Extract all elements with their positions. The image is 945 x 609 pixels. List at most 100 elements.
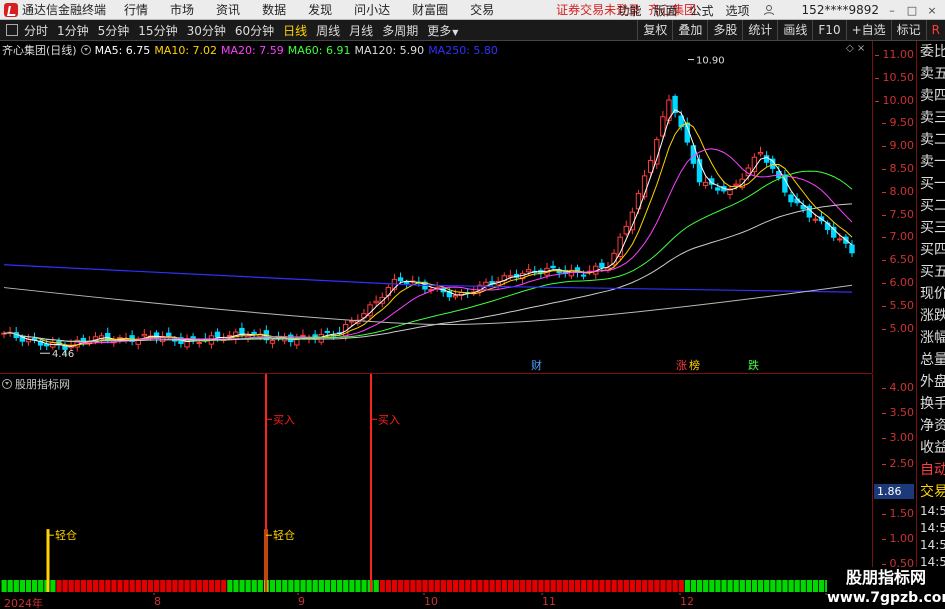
tool-draw[interactable]: 画线 bbox=[777, 20, 812, 41]
tool-multi-stock[interactable]: 多股 bbox=[707, 20, 742, 41]
side-panel-item[interactable]: 卖一 bbox=[917, 151, 945, 173]
corner-r-button[interactable]: R bbox=[925, 20, 945, 41]
side-panel-item[interactable]: 买一 bbox=[917, 173, 945, 195]
menu-function[interactable]: 功能 bbox=[617, 2, 641, 19]
ma-line-0 bbox=[3, 109, 853, 348]
minimize-icon[interactable]: – bbox=[885, 3, 899, 17]
tool-overlay[interactable]: 叠加 bbox=[672, 20, 707, 41]
side-panel-item[interactable]: 外盘 bbox=[917, 371, 945, 393]
menu-formula[interactable]: 公式 bbox=[690, 2, 714, 19]
signal-strip-bar bbox=[373, 580, 379, 592]
layout-grid-icon[interactable] bbox=[6, 24, 18, 36]
close-icon[interactable]: × bbox=[925, 3, 939, 17]
signal-strip-bar bbox=[68, 580, 74, 592]
menu-data[interactable]: 数据 bbox=[262, 1, 286, 18]
period-15min[interactable]: 15分钟 bbox=[138, 22, 177, 39]
side-panel-item[interactable]: 卖三 bbox=[917, 107, 945, 129]
tool-statistics[interactable]: 统计 bbox=[742, 20, 777, 41]
signal-strip-bar bbox=[111, 580, 117, 592]
signal-strip-bar bbox=[568, 580, 575, 592]
period-timeline[interactable]: 分时 bbox=[24, 22, 48, 39]
price-chart[interactable]: 10.90 4.46 财 涨榜 跌轻仓 轻仓 买入 买入 bbox=[0, 41, 872, 595]
maximize-icon[interactable]: □ bbox=[905, 3, 919, 17]
menu-wealth[interactable]: 财富圈 bbox=[412, 1, 448, 18]
signal-strip-bar bbox=[123, 580, 129, 592]
signal-strip-bar bbox=[446, 580, 453, 592]
menu-options[interactable]: 选项 bbox=[726, 2, 750, 19]
menu-trade[interactable]: 交易 bbox=[470, 1, 494, 18]
tool-add-watchlist[interactable]: +自选 bbox=[845, 20, 891, 41]
signal-strip-bar bbox=[318, 580, 324, 592]
period-more-dropdown[interactable]: 更多▼ bbox=[427, 22, 458, 39]
candle-body bbox=[452, 294, 459, 298]
side-panel-item[interactable]: 14:56 bbox=[917, 520, 945, 537]
menu-layout[interactable]: 版面 bbox=[654, 2, 678, 19]
date-tick: 9 bbox=[298, 595, 305, 608]
period-daily[interactable]: 日线 bbox=[283, 22, 307, 39]
side-panel-item[interactable]: 卖二 bbox=[917, 129, 945, 151]
period-5min[interactable]: 5分钟 bbox=[98, 22, 130, 39]
side-panel-item[interactable]: 买二 bbox=[917, 195, 945, 217]
signal-strip-bar bbox=[739, 580, 745, 592]
signal-strip-bar bbox=[806, 580, 812, 592]
sub-tick: 1.50 bbox=[881, 507, 914, 520]
date-tick: 12 bbox=[680, 595, 694, 608]
period-60min[interactable]: 60分钟 bbox=[235, 22, 274, 39]
side-panel-item[interactable]: 卖五 bbox=[917, 63, 945, 85]
signal-strip-bar bbox=[593, 580, 599, 592]
side-panel-item[interactable]: 涨跌 bbox=[917, 305, 945, 327]
signal-strip-bar bbox=[483, 580, 489, 592]
side-panel-item[interactable]: 买五 bbox=[917, 261, 945, 283]
candle-body bbox=[550, 265, 556, 269]
sub-indicator-menu-icon[interactable] bbox=[2, 379, 12, 389]
sub-tick: 4.00 bbox=[881, 381, 914, 394]
menu-discover[interactable]: 发现 bbox=[308, 1, 332, 18]
menu-market[interactable]: 行情 bbox=[124, 1, 148, 18]
side-panel-item[interactable]: 卖四 bbox=[917, 85, 945, 107]
user-icon[interactable] bbox=[762, 3, 776, 17]
candle-body bbox=[757, 151, 764, 155]
side-panel-item[interactable]: 14:56 bbox=[917, 503, 945, 520]
period-1min[interactable]: 1分钟 bbox=[57, 22, 89, 39]
account-phone[interactable]: 152****9892 bbox=[802, 3, 879, 17]
signal-strip-bar bbox=[574, 580, 581, 592]
trading-terminal-window: 通达信金融终端 行情 市场 资讯 数据 发现 问小达 财富圈 交易 证券交易未登… bbox=[0, 0, 945, 609]
candle-body bbox=[397, 277, 404, 282]
period-30min[interactable]: 30分钟 bbox=[187, 22, 226, 39]
signal-strip-bar bbox=[678, 580, 684, 592]
signal-strip-bar bbox=[733, 580, 739, 592]
tool-adjust[interactable]: 复权 bbox=[637, 20, 672, 41]
signal-strip-bar bbox=[489, 580, 495, 592]
signal-strip-bar bbox=[172, 580, 178, 592]
menu-right: 功能 版面 公式 选项 152****9892 – □ × bbox=[617, 0, 945, 20]
side-panel-item[interactable]: 净资 bbox=[917, 415, 945, 437]
side-panel-item[interactable]: 自动 bbox=[917, 459, 945, 481]
menu-news[interactable]: 资讯 bbox=[216, 1, 240, 18]
tool-f10[interactable]: F10 bbox=[812, 20, 845, 41]
period-toolbar: 分时 1分钟 5分钟 15分钟 30分钟 60分钟 日线 周线 月线 多周期 更… bbox=[0, 20, 945, 41]
side-panel-item[interactable]: 14:56 bbox=[917, 537, 945, 554]
signal-strip-bar bbox=[105, 580, 111, 592]
side-panel-item[interactable]: 涨幅 bbox=[917, 327, 945, 349]
signal-label: 买入 bbox=[378, 413, 400, 426]
signal-strip-bar bbox=[324, 580, 331, 592]
menu-ask[interactable]: 问小达 bbox=[354, 1, 390, 18]
side-panel-item[interactable]: 换手 bbox=[917, 393, 945, 415]
tool-mark[interactable]: 标记 bbox=[890, 20, 926, 41]
signal-strip-bar bbox=[117, 580, 123, 592]
side-panel-item[interactable]: 委比 bbox=[917, 41, 945, 63]
period-weekly[interactable]: 周线 bbox=[316, 22, 340, 39]
signal-strip-bar bbox=[86, 580, 93, 592]
side-panel-item[interactable]: 总量 bbox=[917, 349, 945, 371]
side-panel-item[interactable]: 买四 bbox=[917, 239, 945, 261]
side-panel-item[interactable]: 收益 bbox=[917, 437, 945, 459]
sub-tick: 3.50 bbox=[881, 406, 914, 420]
side-panel-item[interactable]: 买三 bbox=[917, 217, 945, 239]
period-monthly[interactable]: 月线 bbox=[349, 22, 373, 39]
side-panel-item[interactable]: 现价 bbox=[917, 283, 945, 305]
menu-markets[interactable]: 市场 bbox=[170, 1, 194, 18]
price-tick: 6.50 bbox=[881, 253, 914, 267]
period-multi[interactable]: 多周期 bbox=[382, 22, 418, 39]
sub-tick: 2.50 bbox=[881, 456, 914, 470]
side-panel-item[interactable]: 交易 bbox=[917, 481, 945, 503]
